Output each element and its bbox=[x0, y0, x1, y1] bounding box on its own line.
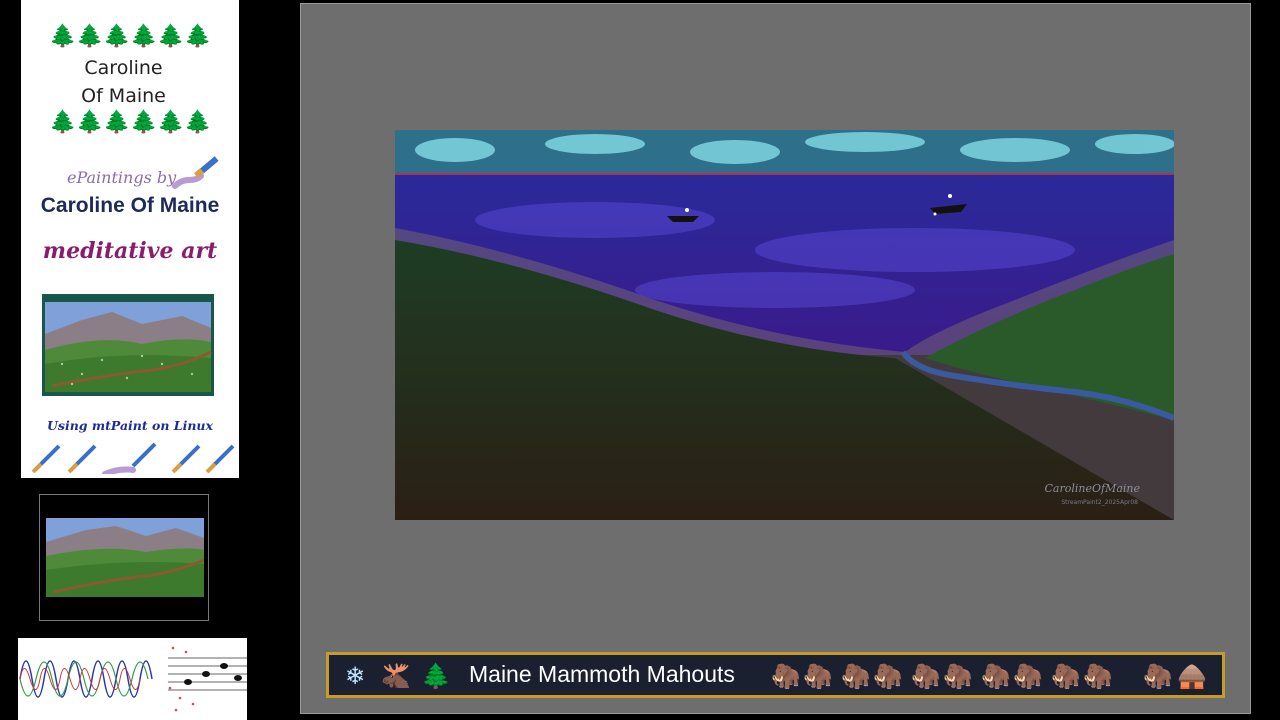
epaintings-label: ePaintings by bbox=[67, 168, 177, 187]
evergreen-tree-icon: 🌲 bbox=[103, 24, 133, 49]
paintbrush-icon bbox=[171, 444, 201, 474]
painting-thumbnail bbox=[42, 294, 214, 396]
paintbrush-icon bbox=[205, 444, 235, 474]
evergreen-tree-icon: 🌲 bbox=[184, 24, 214, 49]
mammoth-icon: 🦣 bbox=[1083, 662, 1113, 690]
mammoth-icon: 🦣 bbox=[841, 662, 871, 690]
painting-canvas[interactable]: CarolineOfMaine StreamPaint2_2025Apr08 bbox=[395, 130, 1174, 520]
brush-row bbox=[31, 442, 235, 474]
evergreen-tree-icon: 🌲 bbox=[103, 110, 133, 135]
paintbrush-icon bbox=[172, 156, 219, 189]
ticker-title: Maine Mammoth Mahouts bbox=[469, 661, 735, 687]
tagline: meditative art bbox=[42, 238, 218, 264]
brand-title: Caroline Of Maine bbox=[21, 54, 226, 110]
mammoth-icon: 🦣 bbox=[943, 662, 973, 690]
preview-thumbnail-image bbox=[46, 518, 204, 597]
brand-title-line2: Of Maine bbox=[81, 85, 166, 107]
evergreen-tree-icon: 🌲 bbox=[157, 24, 187, 49]
paintbrush-icon bbox=[102, 442, 157, 474]
paintbrush-icon bbox=[31, 444, 61, 474]
mammoth-icon: 🦣 bbox=[873, 662, 903, 690]
brand-title-line1: Caroline bbox=[84, 57, 163, 79]
mammoth-icon: 🦣 bbox=[981, 662, 1011, 690]
painting-image[interactable]: CarolineOfMaine StreamPaint2_2025Apr08 bbox=[395, 130, 1174, 520]
brand-panel: 🌲🌲🌲🌲🌲🌲 Caroline Of Maine 🌲🌲🌲🌲🌲🌲 ePaintin… bbox=[21, 0, 239, 478]
evergreen-tree-icon: 🌲 bbox=[49, 24, 79, 49]
artist-name: Caroline Of Maine bbox=[40, 194, 220, 217]
preview-panel bbox=[39, 494, 209, 621]
ticker-bar: ❄ 🫎 🌲 Maine Mammoth Mahouts 🦣 🦣 🦣 🦣 🦣 🦣 … bbox=[326, 652, 1225, 698]
waveform-panel bbox=[18, 638, 247, 720]
evergreen-tree-icon: 🌲 bbox=[184, 110, 214, 135]
tree-row-bottom: 🌲🌲🌲🌲🌲🌲 bbox=[21, 110, 239, 136]
evergreen-tree-icon: 🌲 bbox=[49, 110, 79, 135]
paintbrush-icon bbox=[67, 444, 97, 474]
snowflake-icon: ❄ bbox=[345, 662, 366, 690]
mammoth-icon: 🦣 bbox=[1051, 662, 1081, 690]
using-mtpaint-text: Using mtPaint on Linux bbox=[47, 418, 213, 433]
mammoth-icon: 🦣 bbox=[803, 662, 833, 690]
tree-row-top: 🌲🌲🌲🌲🌲🌲 bbox=[21, 24, 239, 50]
evergreen-tree-icon: 🌲 bbox=[130, 110, 160, 135]
mammoth-icon: 🦣 bbox=[1143, 662, 1173, 690]
painting-signature: CarolineOfMaine bbox=[1044, 482, 1140, 495]
tree-icon: 🌲 bbox=[421, 662, 451, 690]
evergreen-tree-icon: 🌲 bbox=[76, 110, 106, 135]
landscape-thumbnail-image bbox=[42, 294, 214, 396]
waveform-graphic bbox=[19, 646, 247, 712]
painting-subtext: StreamPaint2_2025Apr08 bbox=[1061, 499, 1138, 506]
evergreen-tree-icon: 🌲 bbox=[76, 24, 106, 49]
mammoth-icon: 🦣 bbox=[771, 662, 801, 690]
mammoth-icon: 🦣 bbox=[1013, 662, 1043, 690]
canvas-area[interactable]: CarolineOfMaine StreamPaint2_2025Apr08 bbox=[300, 3, 1251, 714]
evergreen-tree-icon: 🌲 bbox=[130, 24, 160, 49]
evergreen-tree-icon: 🌲 bbox=[157, 110, 187, 135]
hut-icon: 🛖 bbox=[1177, 662, 1207, 690]
mammoth-icon: 🦣 bbox=[911, 662, 941, 690]
moose-icon: 🫎 bbox=[381, 662, 411, 690]
